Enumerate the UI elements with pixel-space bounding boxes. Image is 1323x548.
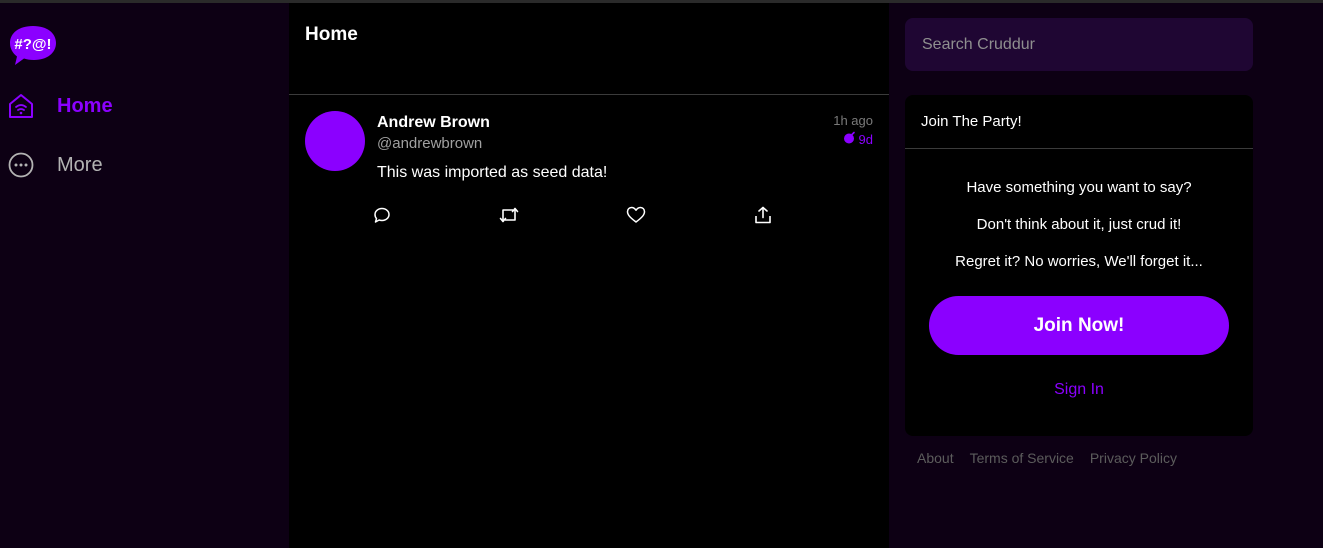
post-handle[interactable]: @andrewbrown [377,135,482,152]
reply-icon[interactable] [372,205,392,225]
share-icon[interactable] [753,205,773,225]
sidebar-item-label: More [57,153,103,176]
logo-bubble-icon: #?@! [10,26,56,65]
footer-link-about[interactable]: About [917,450,954,466]
page-title: Home [305,24,358,45]
footer-link-privacy[interactable]: Privacy Policy [1090,450,1177,466]
logo-text: #?@! [14,36,51,53]
join-section: Join The Party! Have something you want … [905,95,1253,436]
heart-icon[interactable] [626,205,646,225]
more-icon [8,152,34,178]
avatar[interactable] [305,111,365,171]
join-now-button[interactable]: Join Now! [929,296,1229,355]
footer-links: About Terms of Service Privacy Policy [917,450,1177,466]
join-text-line: Have something you want to say? [966,179,1192,196]
post-actions [372,205,772,225]
post-time-ago: 1h ago [833,113,873,128]
main-feed: Home Andrew Brown @andrewbrown 1h ago 9d… [289,3,889,548]
app-logo[interactable]: #?@! [9,24,57,66]
join-text-line: Don't think about it, just crud it! [976,216,1182,233]
repost-icon[interactable] [499,205,519,225]
right-column: Join The Party! Have something you want … [889,3,1323,548]
search-input[interactable] [905,18,1253,71]
post-expires-at: 9d [843,131,873,147]
post-display-name[interactable]: Andrew Brown [377,114,490,132]
join-text-line: Regret it? No worries, We'll forget it..… [955,253,1203,270]
bomb-icon [843,131,856,147]
sidebar-item-more[interactable]: More [8,147,103,183]
footer-link-terms[interactable]: Terms of Service [970,450,1074,466]
post-message: This was imported as seed data! [377,164,608,181]
join-title: Join The Party! [905,95,1253,149]
feed-header: Home [289,3,889,95]
sidebar: #?@! Home More [0,3,289,548]
sign-in-link[interactable]: Sign In [905,381,1253,399]
home-icon [8,93,34,119]
sidebar-item-label: Home [57,94,113,117]
sidebar-item-home[interactable]: Home [8,88,113,124]
post-expires-label: 9d [858,131,873,147]
